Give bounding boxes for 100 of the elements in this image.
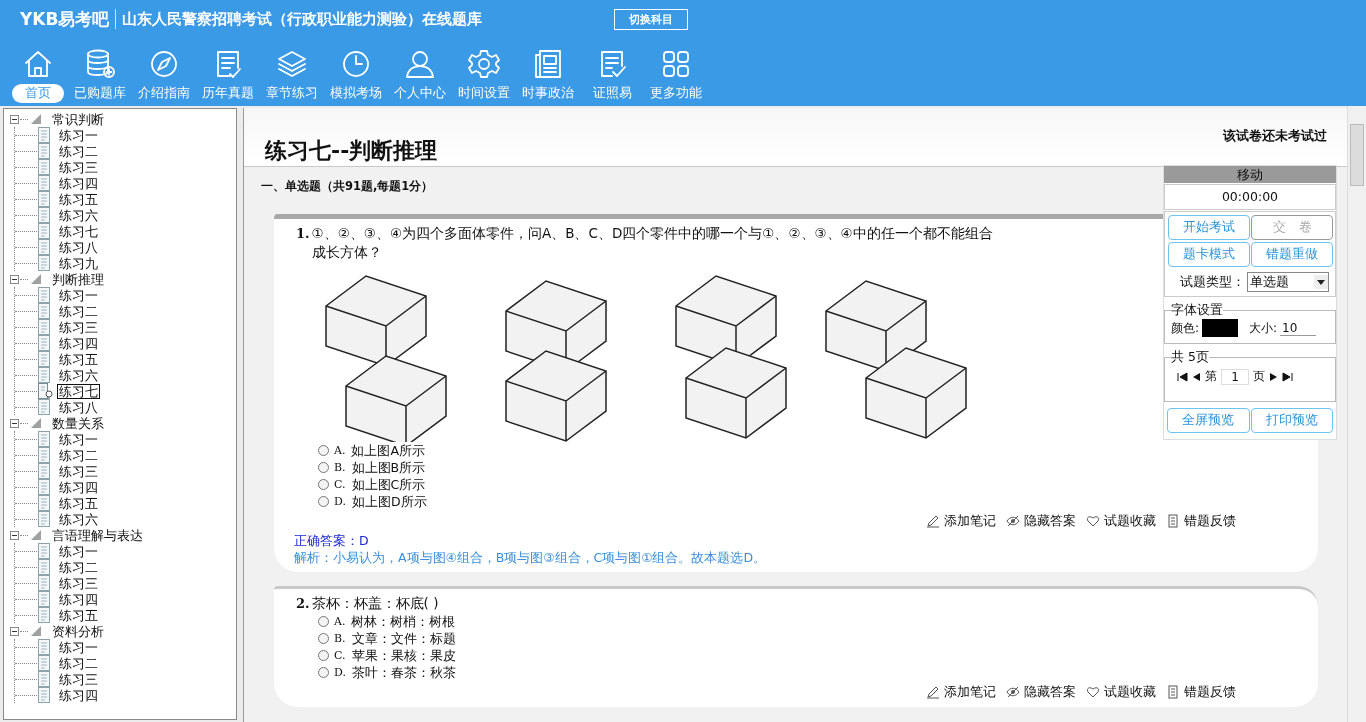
- heart-icon: [1086, 685, 1100, 699]
- action-link[interactable]: 添加笔记: [944, 513, 996, 529]
- tree-item[interactable]: 练习三: [57, 671, 100, 687]
- tree-item[interactable]: 练习六: [57, 367, 100, 383]
- tree-item[interactable]: 练习二: [57, 143, 100, 159]
- action-link[interactable]: 添加笔记: [944, 684, 996, 700]
- tree-item[interactable]: 练习三: [57, 575, 100, 591]
- panel-button[interactable]: 打印预览: [1250, 408, 1333, 433]
- option-letter: D.: [334, 495, 346, 508]
- tree-group[interactable]: 资料分析: [50, 623, 106, 639]
- tree-item[interactable]: 练习六: [57, 511, 100, 527]
- document-icon: [37, 319, 53, 335]
- tree-item[interactable]: 练习三: [57, 319, 100, 335]
- tree-item[interactable]: 练习六: [57, 207, 100, 223]
- tree-item[interactable]: 练习五: [57, 191, 100, 207]
- size-field[interactable]: 10: [1280, 320, 1317, 336]
- tree-item[interactable]: 练习一: [57, 543, 100, 559]
- triangle-icon: [30, 113, 42, 125]
- action-link[interactable]: 试题收藏: [1104, 684, 1156, 700]
- tree-item[interactable]: 练习二: [57, 447, 100, 463]
- collapse-icon[interactable]: [10, 114, 19, 124]
- collapse-icon[interactable]: [10, 274, 19, 284]
- document-icon: [37, 543, 53, 559]
- last-page-icon: [1282, 371, 1293, 382]
- tree-item[interactable]: 练习四: [57, 687, 100, 703]
- radio-button[interactable]: [318, 496, 329, 507]
- tree-group[interactable]: 言语理解与表达: [50, 527, 145, 543]
- tree-item[interactable]: 练习三: [57, 463, 100, 479]
- radio-button[interactable]: [318, 616, 329, 627]
- tree-item[interactable]: 练习四: [57, 591, 100, 607]
- radio-button[interactable]: [318, 445, 329, 456]
- radio-button[interactable]: [318, 667, 329, 678]
- page-count: 共 5页: [1171, 349, 1209, 366]
- radio-button[interactable]: [318, 633, 329, 644]
- document-icon: [37, 511, 53, 527]
- tree-item[interactable]: 练习一: [57, 639, 100, 655]
- option-letter: A.: [334, 444, 346, 457]
- tree-group[interactable]: 常识判断: [50, 111, 106, 127]
- radio-button[interactable]: [318, 650, 329, 661]
- app-title: 山东人民警察招聘考试（行政职业能力测验）在线题库: [122, 9, 483, 29]
- document-icon: [37, 367, 53, 383]
- panel-button[interactable]: 错题重做: [1251, 242, 1333, 267]
- document-icon: [37, 303, 53, 319]
- option-text: 如上图A所示: [351, 442, 425, 459]
- action-link[interactable]: 错题反馈: [1184, 684, 1236, 700]
- tree-group[interactable]: 判断推理: [50, 271, 106, 287]
- page-field[interactable]: 1: [1221, 368, 1249, 385]
- home-icon: [22, 48, 54, 80]
- tree-item[interactable]: 练习二: [57, 303, 100, 319]
- layers-icon: [276, 48, 308, 80]
- settings-icon: [468, 48, 500, 80]
- tree-item[interactable]: 练习一: [57, 287, 100, 303]
- page-label: 页: [1253, 368, 1265, 385]
- action-link[interactable]: 试题收藏: [1104, 513, 1156, 529]
- document-icon: [37, 223, 53, 239]
- panel-button[interactable]: 开始考试: [1168, 215, 1250, 240]
- document-icon: [37, 351, 53, 367]
- notebook-icon: [1166, 514, 1180, 528]
- collapse-icon[interactable]: [10, 418, 19, 428]
- type-dropdown[interactable]: 单选题: [1247, 272, 1329, 292]
- document-icon: [37, 671, 53, 687]
- panel-button[interactable]: 题卡模式: [1168, 242, 1250, 267]
- tree-item[interactable]: 练习三: [57, 159, 100, 175]
- collapse-icon[interactable]: [10, 626, 19, 636]
- collapse-icon[interactable]: [10, 530, 19, 540]
- tree-item[interactable]: 练习七: [57, 223, 100, 239]
- person-icon: [404, 48, 436, 80]
- action-link[interactable]: 错题反馈: [1184, 513, 1236, 529]
- tree-item[interactable]: 练习四: [57, 479, 100, 495]
- tree-item[interactable]: 练习八: [57, 399, 100, 415]
- tree-item[interactable]: 练习九: [57, 255, 100, 271]
- eye-icon: [1006, 685, 1020, 699]
- question-number: 1.: [296, 225, 310, 243]
- action-link[interactable]: 隐藏答案: [1024, 684, 1076, 700]
- tree-item[interactable]: 练习一: [57, 127, 100, 143]
- option-letter: B.: [334, 461, 346, 474]
- tree-item[interactable]: 练习五: [57, 351, 100, 367]
- exam-status: 该试卷还未考试过: [1223, 128, 1327, 145]
- tree-item[interactable]: 练习五: [57, 495, 100, 511]
- color-label: 颜色:: [1171, 319, 1200, 337]
- tree-group[interactable]: 数量关系: [50, 415, 106, 431]
- color-swatch[interactable]: [1202, 319, 1239, 337]
- tree-item[interactable]: 练习八: [57, 239, 100, 255]
- section-heading: 一、单选题（共91题,每题1分）: [261, 179, 434, 194]
- radio-button[interactable]: [318, 462, 329, 473]
- tree-item[interactable]: 练习一: [57, 431, 100, 447]
- radio-button[interactable]: [318, 479, 329, 490]
- tree-item[interactable]: 练习七: [57, 383, 100, 399]
- type-label: 试题类型：: [1180, 273, 1245, 291]
- action-link[interactable]: 隐藏答案: [1024, 513, 1076, 529]
- tree-item[interactable]: 练习四: [57, 175, 100, 191]
- first-page-icon: [1177, 371, 1188, 382]
- tree-item[interactable]: 练习二: [57, 559, 100, 575]
- panel-button[interactable]: 全屏预览: [1167, 408, 1250, 433]
- tree-item[interactable]: 练习五: [57, 607, 100, 623]
- scrollbar[interactable]: [1347, 106, 1366, 722]
- tree-item[interactable]: 练习二: [57, 655, 100, 671]
- pencil-icon: [926, 514, 940, 528]
- tree-item[interactable]: 练习四: [57, 335, 100, 351]
- scroll-thumb[interactable]: [1350, 124, 1364, 186]
